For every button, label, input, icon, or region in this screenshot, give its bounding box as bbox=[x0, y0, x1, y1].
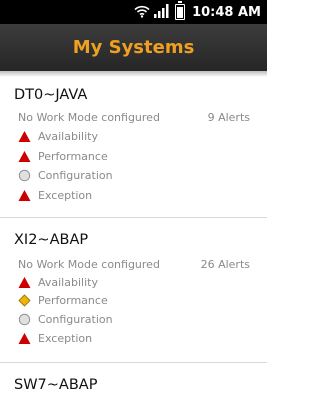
title-bar: My Systems bbox=[0, 24, 267, 71]
neutral-circle-icon bbox=[18, 169, 31, 182]
status-bar: 10:48 AM bbox=[0, 0, 267, 24]
system-list-item[interactable]: SW7~ABAP bbox=[0, 363, 267, 400]
status-row-configuration: Configuration bbox=[18, 311, 113, 327]
status-row-performance: Performance bbox=[18, 292, 108, 308]
alert-triangle-icon bbox=[18, 150, 31, 163]
work-mode-text: No Work Mode configured bbox=[18, 258, 160, 271]
work-mode-text: No Work Mode configured bbox=[18, 111, 160, 124]
warning-diamond-icon bbox=[18, 293, 31, 307]
clock: 10:48 AM bbox=[192, 4, 261, 20]
status-label: Availability bbox=[38, 275, 98, 289]
battery-icon bbox=[175, 1, 186, 20]
status-label: Configuration bbox=[38, 168, 113, 182]
alert-triangle-icon bbox=[18, 130, 31, 143]
alert-triangle-icon bbox=[18, 189, 31, 202]
system-name: DT0~JAVA bbox=[14, 87, 88, 103]
status-row-configuration: Configuration bbox=[18, 167, 113, 183]
system-name: XI2~ABAP bbox=[14, 232, 89, 248]
status-row-exception: Exception bbox=[18, 187, 92, 203]
status-label: Configuration bbox=[38, 312, 113, 326]
status-row-availability: Availability bbox=[18, 274, 98, 290]
status-label: Exception bbox=[38, 188, 93, 202]
status-label: Exception bbox=[38, 331, 93, 345]
alert-count: 9 Alerts bbox=[207, 111, 250, 124]
status-label: Availability bbox=[38, 129, 98, 143]
status-row-exception: Exception bbox=[18, 330, 92, 346]
status-row-performance: Performance bbox=[18, 148, 108, 164]
signal-icon bbox=[154, 3, 169, 22]
status-label: Performance bbox=[38, 149, 108, 163]
system-meta: No Work Mode configured 9 Alerts bbox=[18, 111, 250, 124]
wifi-icon bbox=[134, 3, 150, 22]
system-list-item[interactable]: DT0~JAVA No Work Mode configured 9 Alert… bbox=[0, 77, 267, 218]
alert-triangle-icon bbox=[18, 276, 31, 289]
system-meta: No Work Mode configured 26 Alerts bbox=[18, 258, 250, 271]
status-row-availability: Availability bbox=[18, 128, 98, 144]
neutral-circle-icon bbox=[18, 313, 31, 326]
alert-triangle-icon bbox=[18, 332, 31, 345]
page-title: My Systems bbox=[72, 37, 195, 58]
status-label: Performance bbox=[38, 293, 108, 307]
alert-count: 26 Alerts bbox=[200, 258, 250, 271]
system-name: SW7~ABAP bbox=[14, 377, 98, 393]
system-list-item[interactable]: XI2~ABAP No Work Mode configured 26 Aler… bbox=[0, 218, 267, 363]
